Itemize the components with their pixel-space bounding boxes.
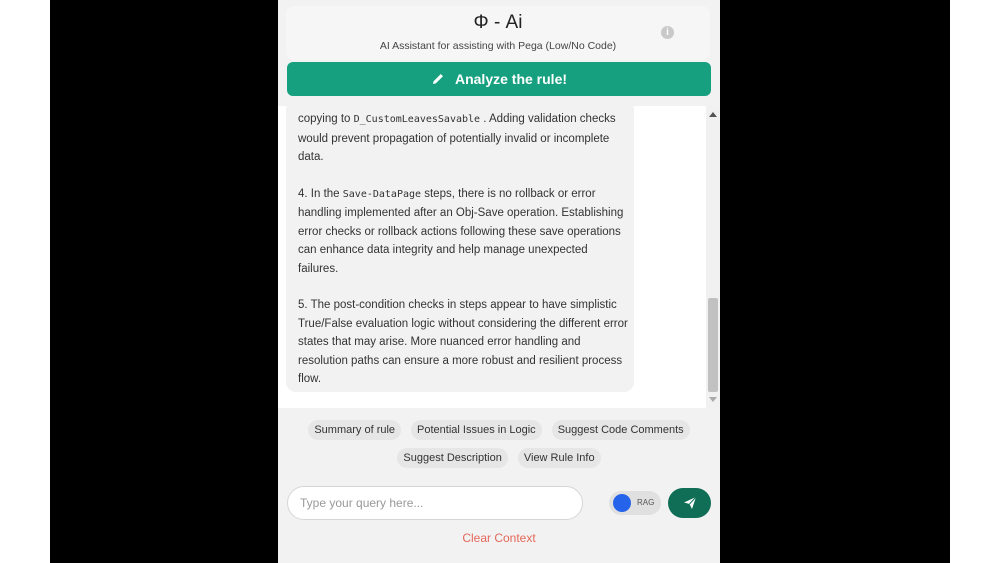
message-paragraph-4: 4. In the Save-DataPage steps, there is …: [298, 187, 624, 275]
pencil-icon: [432, 74, 443, 84]
chip-suggest-description[interactable]: Suggest Description: [397, 448, 508, 468]
rag-label: RAG: [637, 498, 655, 507]
query-input[interactable]: [287, 486, 583, 520]
right-letterbox: [720, 0, 950, 563]
rag-toggle-knob: [613, 494, 631, 512]
chat-area[interactable]: copying to D_CustomLeavesSavable . Addin…: [278, 106, 720, 408]
rag-toggle[interactable]: RAG: [609, 491, 661, 515]
app-subtitle: AI Assistant for assisting with Pega (Lo…: [379, 40, 617, 52]
assistant-panel: Φ - Ai AI Assistant for assisting with P…: [278, 0, 720, 563]
chip-potential-issues[interactable]: Potential Issues in Logic: [411, 420, 542, 440]
chat-scrollbar[interactable]: [706, 106, 720, 408]
scroll-up-arrow-icon[interactable]: [709, 112, 717, 117]
assistant-message-bubble: copying to D_CustomLeavesSavable . Addin…: [286, 106, 634, 392]
suggestion-row-1: Summary of rule Potential Issues in Logi…: [278, 420, 720, 440]
scroll-down-arrow-icon[interactable]: [709, 397, 717, 402]
message-paragraph-3: copying to D_CustomLeavesSavable . Addin…: [298, 113, 616, 163]
suggestion-row-2: Suggest Description View Rule Info: [278, 448, 720, 468]
query-row: RAG: [287, 486, 711, 522]
send-button[interactable]: [668, 488, 711, 518]
app-title: Φ - Ai: [473, 12, 523, 33]
chip-view-rule-info[interactable]: View Rule Info: [517, 448, 601, 468]
right-margin: [950, 0, 1000, 563]
assistant-message-text: copying to D_CustomLeavesSavable . Addin…: [298, 110, 628, 407]
scroll-thumb[interactable]: [708, 298, 718, 392]
info-icon[interactable]: i: [661, 26, 674, 39]
left-margin: [0, 0, 50, 563]
clear-context-link[interactable]: Clear Context: [278, 531, 720, 545]
suggestion-chips: Summary of rule Potential Issues in Logi…: [278, 420, 720, 476]
message-paragraph-5: 5. The post-condition checks in steps ap…: [298, 299, 628, 385]
send-icon: [683, 496, 696, 509]
left-letterbox: [50, 0, 278, 563]
code-d-customleavessavable: D_CustomLeavesSavable: [353, 114, 481, 125]
analyze-rule-label: Analyze the rule!: [454, 71, 568, 87]
header-card: Φ - Ai AI Assistant for assisting with P…: [286, 6, 710, 60]
chip-summary-of-rule[interactable]: Summary of rule: [308, 420, 402, 440]
code-save-datapage: Save-DataPage: [342, 188, 422, 200]
chip-suggest-code-comments[interactable]: Suggest Code Comments: [551, 420, 690, 440]
analyze-rule-button[interactable]: Analyze the rule!: [287, 62, 711, 96]
